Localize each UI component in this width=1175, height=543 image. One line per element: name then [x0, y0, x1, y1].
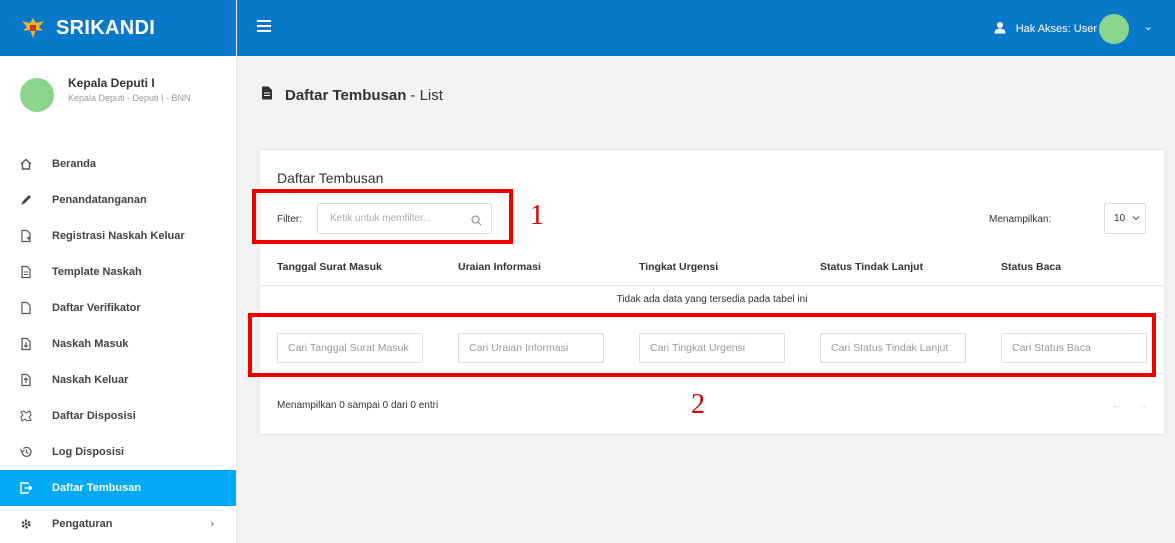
chevron-down-icon[interactable]: ⌄ — [1144, 20, 1153, 33]
sidebar: SRIKANDI Kepala Deputi I Kepala Deputi -… — [0, 0, 237, 543]
next-page-button[interactable]: → — [1138, 400, 1148, 411]
sidebar-item-label: Registrasi Naskah Keluar — [52, 230, 185, 242]
sidebar-item-log-disposisi[interactable]: Log Disposisi — [0, 434, 236, 470]
document-icon — [261, 86, 273, 104]
prev-page-button[interactable]: ← — [1112, 400, 1122, 411]
column-header[interactable]: Status Baca — [1001, 261, 1061, 273]
file-upload-icon — [18, 372, 34, 388]
sidebar-item-naskah-keluar[interactable]: Naskah Keluar — [0, 362, 236, 398]
sidebar-item-label: Log Disposisi — [52, 446, 125, 458]
page-size-select[interactable]: 10 — [1104, 203, 1146, 234]
page-size-label: Menampilkan: — [989, 214, 1052, 225]
profile-name: Kepala Deputi I — [68, 76, 155, 90]
sidebar-item-pengaturan[interactable]: Pengaturan › — [0, 506, 236, 542]
column-header[interactable]: Tingkat Urgensi — [639, 261, 718, 273]
annotation-label-1: 1 — [530, 200, 544, 231]
profile-role: Kepala Deputi - Deputi I - BNN — [68, 93, 191, 103]
annotation-box-2 — [248, 313, 1156, 377]
sidebar-item-template-naskah[interactable]: Template Naskah — [0, 254, 236, 290]
column-header[interactable]: Uraian Informasi — [458, 261, 541, 273]
sidebar-item-label: Daftar Verifikator — [52, 302, 141, 314]
sidebar-item-label: Pengaturan — [52, 518, 113, 530]
sidebar-item-penandatanganan[interactable]: Penandatanganan — [0, 182, 236, 218]
history-icon — [18, 444, 34, 460]
page-size-value: 10 — [1114, 213, 1126, 224]
sidebar-item-daftar-verifikator[interactable]: Daftar Verifikator — [0, 290, 236, 326]
user-icon — [994, 21, 1008, 37]
sidebar-item-registrasi-naskah-keluar[interactable]: Registrasi Naskah Keluar — [0, 218, 236, 254]
avatar[interactable] — [20, 78, 54, 112]
sidebar-item-label: Daftar Disposisi — [52, 410, 136, 422]
access-role[interactable]: Hak Akses: User — [994, 21, 1097, 37]
gear-icon — [18, 516, 34, 532]
table-info: Menampilkan 0 sampai 0 dari 0 entri — [277, 400, 439, 411]
column-header[interactable]: Tanggal Surat Masuk — [277, 261, 382, 273]
brand-bar: SRIKANDI — [0, 0, 236, 56]
user-avatar[interactable] — [1099, 14, 1129, 44]
file-icon — [18, 300, 34, 316]
brand-name[interactable]: SRIKANDI — [56, 17, 155, 40]
sidebar-item-daftar-disposisi[interactable]: Daftar Disposisi — [0, 398, 236, 434]
empty-table-message: Tidak ada data yang tersedia pada tabel … — [616, 294, 808, 305]
file-download-icon — [18, 336, 34, 352]
sidebar-item-label: Naskah Keluar — [52, 374, 129, 386]
page-title-suffix: - List — [410, 86, 443, 104]
sidebar-item-beranda[interactable]: Beranda — [0, 146, 236, 182]
menu-toggle-icon[interactable] — [257, 20, 271, 32]
sidebar-item-label: Template Naskah — [52, 266, 142, 278]
sidebar-item-label: Daftar Tembusan — [52, 482, 142, 494]
column-header[interactable]: Status Tindak Lanjut — [820, 261, 923, 273]
chevron-down-icon — [1132, 213, 1140, 224]
disposition-icon — [18, 408, 34, 424]
sidebar-menu: Beranda Penandatanganan Registrasi Naska… — [0, 146, 236, 542]
card-title: Daftar Tembusan — [277, 170, 384, 186]
sidebar-item-label: Naskah Masuk — [52, 338, 129, 350]
page-title-main: Daftar Tembusan — [285, 86, 407, 104]
sidebar-item-naskah-masuk[interactable]: Naskah Masuk — [0, 326, 236, 362]
garuda-logo-icon — [20, 15, 46, 41]
access-label: Hak Akses: User — [1015, 23, 1097, 35]
chevron-right-icon: › — [210, 518, 214, 530]
home-icon — [18, 156, 34, 172]
pen-icon — [18, 192, 34, 208]
file-plus-icon — [18, 228, 34, 244]
table-header: Tanggal Surat Masuk Uraian Informasi Tin… — [260, 250, 1164, 286]
pagination: ← → — [1096, 400, 1148, 411]
sidebar-item-label: Beranda — [52, 158, 97, 170]
export-icon — [18, 480, 34, 496]
file-text-icon — [18, 264, 34, 280]
page-title: Daftar Tembusan - List — [261, 86, 443, 104]
sidebar-item-label: Penandatanganan — [52, 194, 147, 206]
top-bar: Hak Akses: User ⌄ — [237, 0, 1175, 56]
sidebar-item-daftar-tembusan[interactable]: Daftar Tembusan — [0, 470, 236, 506]
annotation-label-2: 2 — [691, 389, 705, 420]
annotation-box-1 — [252, 189, 513, 244]
